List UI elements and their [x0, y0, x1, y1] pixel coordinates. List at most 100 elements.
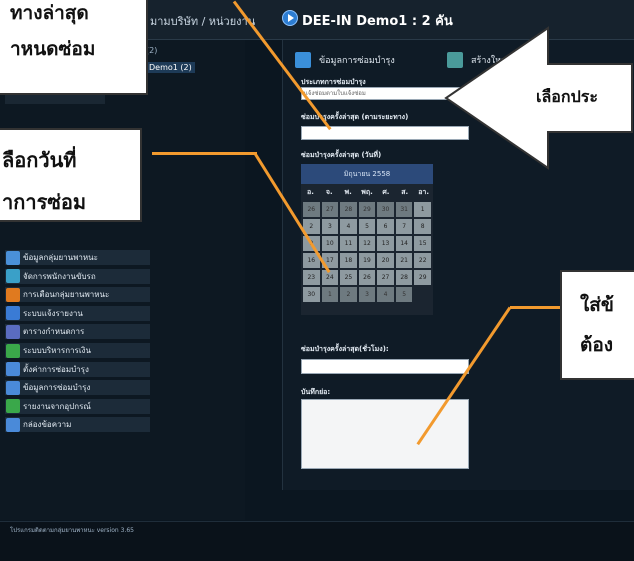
- sidebar-item-label: ข้อมูลกลุ่มยานพาหนะ: [23, 253, 98, 262]
- calendar-day[interactable]: 29: [358, 202, 376, 217]
- calendar-day[interactable]: 5: [395, 287, 413, 302]
- calendar-day[interactable]: 31: [395, 202, 413, 217]
- sidebar-item-label: ตารางกำหนดการ: [23, 327, 85, 337]
- callout-text-1: ลือกวันที่: [2, 148, 77, 172]
- calendar-day[interactable]: 30: [377, 202, 394, 217]
- sidebar-item-label: ระบบแจ้งรายงาน: [23, 308, 83, 318]
- calendar-day[interactable]: 1: [321, 287, 339, 302]
- folder-icon: [6, 250, 20, 265]
- sidebar-item[interactable]: จัดการพนักงานขับรถ: [5, 268, 150, 285]
- calendar-day[interactable]: 14: [395, 236, 413, 251]
- sidebar-item[interactable]: ระบบแจ้งรายงาน: [5, 305, 150, 322]
- sidebar-item-label: ระบบบริหารการเงิน: [23, 346, 91, 355]
- sidebar-item[interactable]: การเตือนกลุ่มยานพาหนะ: [5, 287, 150, 304]
- calendar-day[interactable]: 5: [358, 219, 376, 234]
- sidebar-item[interactable]: กล่องข้อความ: [5, 417, 150, 434]
- sidebar-item-label: จัดการพนักงานขับรถ: [23, 271, 96, 281]
- sidebar-item-label: การเตือนกลุ่มยานพาหนะ: [23, 290, 110, 300]
- callout-right: ใส่ข้ ต้อง: [560, 270, 634, 380]
- callout-text-1: ทางล่าสุด: [10, 2, 89, 24]
- calendar-weekdays: อ. จ. พ. พฤ. ศ. ส. อา.: [301, 187, 433, 201]
- calendar-day[interactable]: 4: [340, 219, 357, 234]
- calendar-day[interactable]: 8: [414, 219, 431, 234]
- play-icon: [282, 10, 298, 26]
- calendar-day[interactable]: 3: [321, 219, 339, 234]
- callout-text-2: าการซ่อม: [2, 190, 87, 214]
- calendar-day[interactable]: 26: [358, 270, 376, 285]
- tree-item-demo1[interactable]: Demo1 (2): [146, 62, 195, 73]
- sidebar-item[interactable]: ตารางกำหนดการ: [5, 324, 150, 341]
- tab-maintenance-info[interactable]: ข้อมูลการซ่อมบำรุง: [295, 50, 395, 70]
- sidebar-item[interactable]: รายงานจากอุปกรณ์: [5, 398, 150, 415]
- calendar-day[interactable]: 21: [395, 253, 413, 268]
- calendar-day[interactable]: 20: [377, 253, 394, 268]
- note-textarea[interactable]: [301, 399, 469, 469]
- calendar-day[interactable]: 28: [340, 202, 357, 217]
- callout-text-1: ใส่ข้: [580, 294, 614, 316]
- calendar-icon: [6, 324, 20, 339]
- callout-text-2: ต้อง: [580, 334, 614, 356]
- sidebar-item[interactable]: ข้อมูลการซ่อมบำรุง: [5, 380, 150, 397]
- driver-icon: [6, 269, 20, 284]
- calendar-day[interactable]: 25: [340, 270, 357, 285]
- report-icon: [6, 306, 20, 321]
- arrow-text: เลือกประ: [536, 87, 598, 106]
- callout-text-2: าหนดซ่อม: [10, 38, 96, 60]
- calendar-day[interactable]: 27: [321, 202, 339, 217]
- calendar-day[interactable]: 12: [358, 236, 376, 251]
- sidebar-item-label: กล่องข้อความ: [23, 420, 72, 430]
- wrench-icon: [6, 362, 20, 377]
- callout-top-left: ทางล่าสุด าหนดซ่อม: [0, 0, 148, 95]
- calendar-day[interactable]: 22: [414, 253, 431, 268]
- calendar-day[interactable]: 23: [303, 270, 320, 285]
- inbox-icon: [6, 417, 20, 432]
- money-icon: [6, 343, 20, 358]
- last-date-label: ซ่อมบำรุงครั้งล่าสุด (วันที่): [301, 151, 382, 159]
- note-label: บันทึกย่อ:: [301, 388, 331, 396]
- weekday-label: ส.: [401, 188, 409, 196]
- weekday-label: อา.: [418, 188, 429, 196]
- calendar-day[interactable]: 19: [358, 253, 376, 268]
- weekday-label: จ.: [325, 188, 333, 196]
- calendar-day[interactable]: 26: [303, 202, 320, 217]
- weekday-label: อ.: [306, 188, 314, 196]
- calendar-day[interactable]: 2: [340, 287, 357, 302]
- weekday-label: พ.: [344, 188, 352, 196]
- callout-mid-left: ลือกวันที่ าการซ่อม: [0, 128, 142, 222]
- calendar-day[interactable]: 13: [377, 236, 394, 251]
- calendar-day[interactable]: 11: [340, 236, 357, 251]
- calendar-day[interactable]: 1: [414, 202, 431, 217]
- calendar-day[interactable]: 18: [340, 253, 357, 268]
- calendar-day[interactable]: 29: [414, 270, 431, 285]
- device-icon: [6, 399, 20, 414]
- sidebar-item-label: ข้อมูลการซ่อมบำรุง: [23, 383, 91, 393]
- repair-icon: [6, 380, 20, 395]
- calendar-day[interactable]: 15: [414, 236, 431, 251]
- weekday-label: ศ.: [382, 188, 390, 196]
- callout-line-right-a: [510, 306, 560, 309]
- last-extra-label: ซ่อมบำรุงครั้งล่าสุด(ชั่วโมง):: [301, 345, 389, 353]
- calendar-month[interactable]: มิถุนายน 2558: [301, 164, 433, 184]
- calendar-day[interactable]: 6: [377, 219, 394, 234]
- last-extra-input[interactable]: [301, 359, 469, 374]
- sidebar-item[interactable]: ตั้งค่าการซ่อมบำรุง: [5, 361, 150, 378]
- sidebar-item-label: รายงานจากอุปกรณ์: [23, 401, 91, 411]
- breadcrumb[interactable]: มามบริษัท / หน่วยงาน: [150, 12, 255, 30]
- callout-line-mid-a: [152, 152, 257, 155]
- sidebar-item[interactable]: ระบบบริหารการเงิน: [5, 343, 150, 359]
- weekday-label: พฤ.: [361, 188, 373, 196]
- alert-icon: [6, 287, 20, 302]
- calendar-day[interactable]: 24: [321, 270, 339, 285]
- calendar-day[interactable]: 7: [395, 219, 413, 234]
- repair-tab-icon: [295, 52, 311, 68]
- version-text: โปรแกรมติดตามกลุ่มยานพาหนะ version 3.65: [10, 527, 134, 534]
- calendar-day[interactable]: 4: [377, 287, 394, 302]
- calendar-day[interactable]: 3: [358, 287, 376, 302]
- sidebar-item[interactable]: ข้อมูลกลุ่มยานพาหนะ: [5, 250, 150, 266]
- calendar-day[interactable]: 30: [303, 287, 320, 302]
- date-picker[interactable]: มิถุนายน 2558 อ. จ. พ. พฤ. ศ. ส. อา. 26 27 28 29 3…: [301, 164, 433, 315]
- calendar-day[interactable]: 28: [395, 270, 413, 285]
- calendar-day[interactable]: 27: [377, 270, 394, 285]
- tab-label: ข้อมูลการซ่อมบำรุง: [319, 56, 395, 66]
- calendar-day[interactable]: 10: [321, 236, 339, 251]
